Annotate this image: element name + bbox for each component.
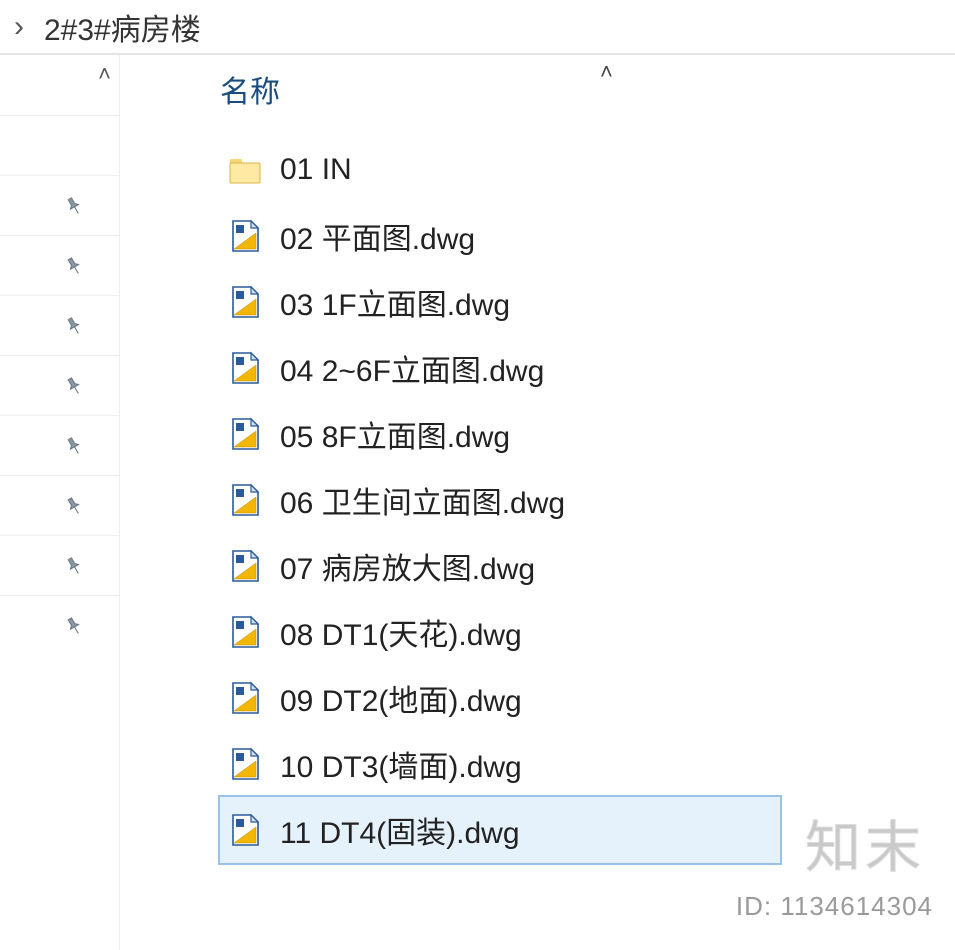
breadcrumb[interactable]: › 2#3#病房楼 (0, 0, 955, 55)
file-row[interactable]: 11 DT4(固装).dwg (220, 797, 780, 863)
pin-icon (57, 549, 91, 583)
breadcrumb-chevron-icon: › (14, 10, 24, 44)
pin-icon (57, 189, 91, 223)
pin-icon (57, 309, 91, 343)
nav-quick-access-slot[interactable] (0, 535, 119, 595)
nav-quick-access-slot[interactable] (0, 355, 119, 415)
dwg-file-icon (228, 615, 262, 649)
pin-icon (57, 489, 91, 523)
dwg-file-icon (228, 417, 262, 451)
file-row[interactable]: 10 DT3(墙面).dwg (220, 731, 955, 797)
nav-quick-access-slot[interactable] (0, 235, 119, 295)
pin-icon (57, 609, 91, 643)
file-name-label: 05 8F立面图.dwg (280, 412, 510, 456)
file-name-label: 10 DT3(墙面).dwg (280, 742, 522, 786)
nav-quick-access-slot[interactable] (0, 295, 119, 355)
file-row[interactable]: 08 DT1(天花).dwg (220, 599, 955, 665)
breadcrumb-location[interactable]: 2#3#病房楼 (44, 5, 201, 49)
nav-quick-access-slot[interactable] (0, 175, 119, 235)
watermark-id: ID: 1134614304 (736, 891, 933, 922)
file-row[interactable]: 05 8F立面图.dwg (220, 401, 955, 467)
folder-row[interactable]: 01 IN (220, 137, 955, 203)
navigation-pane[interactable]: ˄ (0, 55, 120, 950)
dwg-file-icon (228, 747, 262, 781)
dwg-file-icon (228, 351, 262, 385)
dwg-file-icon (228, 219, 262, 253)
file-name-label: 04 2~6F立面图.dwg (280, 346, 544, 390)
file-list: 01 IN 02 平面图.dwg 03 1F立面图.dwg 04 2~6F立面图… (220, 137, 955, 863)
pin-icon (57, 369, 91, 403)
file-name-label: 02 平面图.dwg (280, 214, 475, 258)
dwg-file-icon (228, 285, 262, 319)
dwg-file-icon (228, 549, 262, 583)
nav-quick-access-slot[interactable] (0, 595, 119, 655)
folder-icon (228, 153, 262, 187)
file-row[interactable]: 04 2~6F立面图.dwg (220, 335, 955, 401)
column-header-name[interactable]: 名称 (220, 67, 955, 111)
dwg-file-icon (228, 483, 262, 517)
file-name-label: 11 DT4(固装).dwg (280, 808, 520, 852)
dwg-file-icon (228, 681, 262, 715)
pin-icon (57, 429, 91, 463)
watermark-logo: 知末 (805, 803, 925, 884)
pin-icon (57, 249, 91, 283)
file-name-label: 08 DT1(天花).dwg (280, 610, 522, 654)
file-row[interactable]: 09 DT2(地面).dwg (220, 665, 955, 731)
file-row[interactable]: 06 卫生间立面图.dwg (220, 467, 955, 533)
sort-caret-icon[interactable]: ˄ (600, 59, 613, 85)
dwg-file-icon (228, 813, 262, 847)
navpane-collapse-icon[interactable]: ˄ (98, 61, 111, 87)
file-name-label: 07 病房放大图.dwg (280, 544, 535, 588)
file-name-label: 06 卫生间立面图.dwg (280, 478, 565, 522)
file-row[interactable]: 02 平面图.dwg (220, 203, 955, 269)
file-row[interactable]: 07 病房放大图.dwg (220, 533, 955, 599)
nav-quick-access-slot[interactable] (0, 475, 119, 535)
file-name-label: 09 DT2(地面).dwg (280, 676, 522, 720)
file-name-label: 01 IN (280, 153, 352, 187)
nav-quick-access-slot[interactable] (0, 415, 119, 475)
file-row[interactable]: 03 1F立面图.dwg (220, 269, 955, 335)
file-name-label: 03 1F立面图.dwg (280, 280, 510, 324)
file-list-pane[interactable]: ˄ 名称 01 IN 02 平面图.dwg 03 1F立面图.dwg 04 2~… (120, 55, 955, 950)
nav-quick-access-slot[interactable] (0, 115, 119, 175)
column-header-name-label: 名称 (220, 67, 280, 111)
